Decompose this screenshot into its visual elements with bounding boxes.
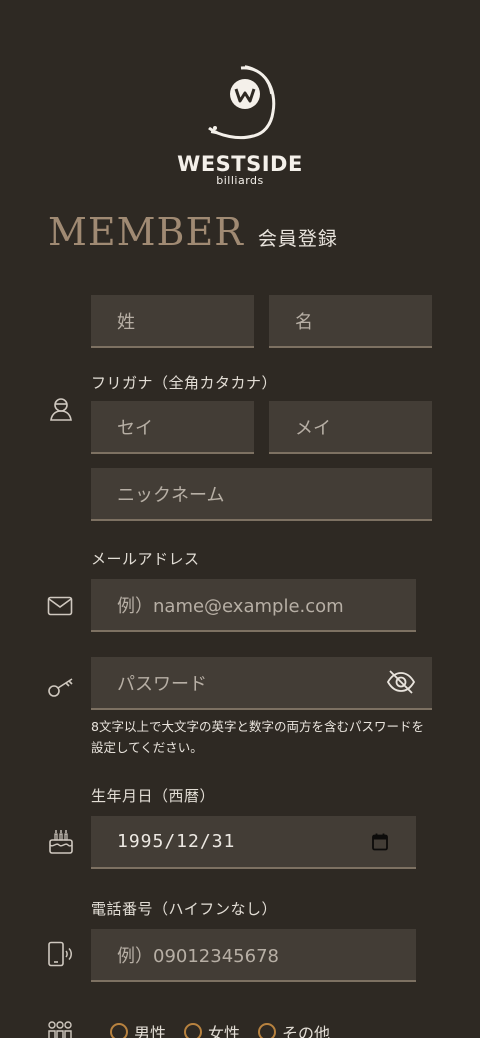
password-hint: 8文字以上で大文字の英字と数字の両方を含むパスワードを設定してください。	[91, 719, 424, 755]
radio-circle-icon[interactable]	[258, 1023, 277, 1038]
gender-option-label: 女性	[208, 1024, 241, 1038]
furigana-first-input[interactable]: メイ	[269, 401, 432, 454]
phone-input[interactable]: 例）09012345678	[91, 929, 416, 982]
logo-mark-icon	[208, 65, 276, 140]
birthday-value: 1995/12/31	[117, 831, 236, 852]
password-input[interactable]: パスワード	[91, 657, 432, 710]
radio-circle-icon[interactable]	[184, 1023, 203, 1038]
nickname-input[interactable]: ニックネーム	[91, 468, 432, 521]
cake-icon	[49, 830, 73, 854]
phone-icon	[48, 941, 72, 967]
gender-option-other[interactable]: その他	[258, 1020, 330, 1038]
furigana-first-placeholder: メイ	[295, 417, 331, 439]
birthday-input[interactable]: 1995/12/31	[91, 816, 416, 869]
email-label: メールアドレス	[91, 550, 200, 568]
mail-icon	[47, 596, 73, 616]
key-icon	[48, 678, 73, 697]
phone-placeholder: 例）09012345678	[117, 945, 279, 967]
calendar-icon[interactable]	[372, 833, 388, 851]
nickname-placeholder: ニックネーム	[117, 484, 225, 506]
page-title: MEMBER 会員登録	[48, 210, 338, 260]
logo-title: WESTSIDE	[177, 152, 303, 176]
email-input[interactable]: 例）name@example.com	[91, 579, 416, 632]
birthday-label: 生年月日（西暦）	[91, 787, 216, 805]
furigana-last-input[interactable]: セイ	[91, 401, 254, 454]
first-name-input[interactable]: 名	[269, 295, 432, 348]
last-name-input[interactable]: 姓	[91, 295, 254, 348]
gender-option-label: 男性	[134, 1024, 167, 1038]
radio-circle-icon[interactable]	[110, 1023, 128, 1038]
gender-option-female[interactable]: 女性	[184, 1020, 240, 1038]
page-title-main: MEMBER	[48, 210, 244, 254]
page-title-sub: 会員登録	[257, 228, 338, 250]
person-icon	[50, 398, 72, 421]
gender-radio-group: 男性 女性 その他	[110, 1020, 330, 1038]
last-name-placeholder: 姓	[117, 311, 135, 333]
people-icon	[48, 1021, 72, 1038]
furigana-last-placeholder: セイ	[117, 417, 153, 439]
furigana-label: フリガナ（全角カタカナ）	[91, 374, 278, 392]
first-name-placeholder: 名	[295, 311, 313, 333]
gender-option-label: その他	[282, 1024, 331, 1038]
brand-logo: WESTSIDE billiards	[0, 60, 480, 190]
gender-option-male[interactable]: 男性	[110, 1020, 166, 1038]
password-placeholder: パスワード	[117, 673, 207, 695]
eye-off-icon[interactable]	[386, 669, 416, 695]
phone-label: 電話番号（ハイフンなし）	[91, 900, 278, 918]
logo-subtitle: billiards	[216, 174, 264, 187]
email-placeholder: 例）name@example.com	[117, 595, 344, 617]
